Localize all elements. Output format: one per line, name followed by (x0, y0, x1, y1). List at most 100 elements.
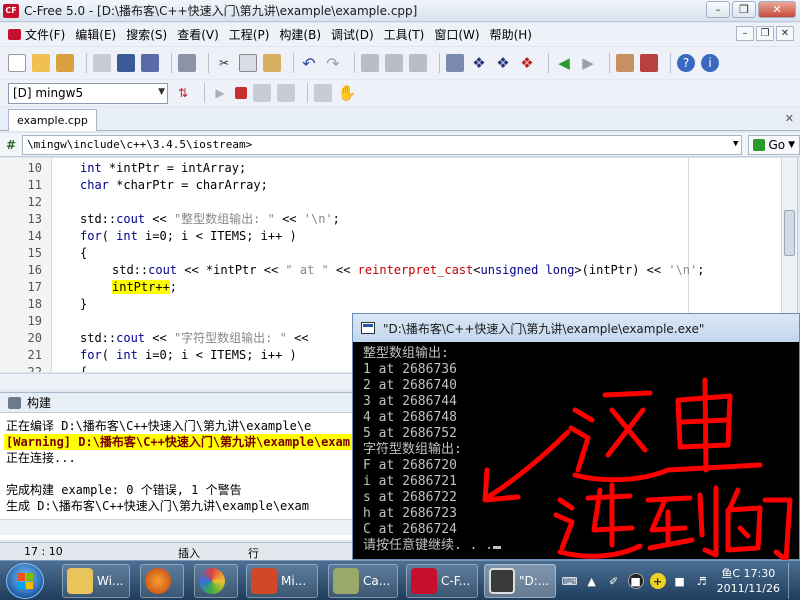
volume-icon[interactable]: ♬ (694, 573, 710, 589)
menu-debug[interactable]: 调试(D) (331, 26, 374, 43)
console-prompt: 请按任意键继续. . . (363, 538, 494, 553)
menu-build[interactable]: 构建(B) (279, 26, 321, 43)
compiler-select[interactable]: [D] mingw5 ▼ (8, 82, 168, 104)
run-icon[interactable]: ▶ (211, 84, 229, 102)
forward-arrow-icon[interactable]: ▶ (579, 54, 597, 72)
code-token: << (328, 263, 358, 277)
scrollbar-thumb[interactable] (784, 210, 795, 256)
redo-icon[interactable]: ↷ (324, 54, 342, 73)
cut-icon[interactable]: ✂ (215, 54, 233, 72)
console-window[interactable]: "D:\播布客\C++快速入门\第九讲\example\example.exe"… (352, 313, 800, 560)
hand-icon[interactable]: ✋ (338, 84, 357, 102)
line-number: 17 (27, 280, 42, 294)
pen-icon[interactable]: ✐ (606, 573, 622, 589)
build-icon[interactable] (277, 84, 295, 102)
find-in-files-icon[interactable]: ❖ (518, 54, 536, 72)
back-arrow-icon[interactable]: ◀ (555, 54, 573, 72)
menu-help[interactable]: 帮助(H) (490, 26, 532, 43)
code-line[interactable]: 11 char *charPtr = charArray; (0, 177, 780, 194)
close-file-icon[interactable] (93, 54, 111, 72)
find-icon[interactable]: ❖ (470, 54, 488, 72)
taskbar-item-powerpoint[interactable]: Mi... (246, 564, 318, 598)
undo-icon[interactable]: ↶ (300, 54, 318, 73)
keyboard-icon[interactable]: ⌨ (562, 573, 578, 589)
replace-icon[interactable]: ❖ (494, 54, 512, 72)
mdi-close-button[interactable]: ✕ (776, 26, 794, 41)
code-line[interactable]: 18} (0, 296, 780, 313)
editor-horizontal-scrollbar[interactable] (0, 373, 360, 389)
bookmark-icon[interactable] (446, 54, 464, 72)
code-line[interactable]: 14 for( int i=0; i < ITEMS; i++ ) (0, 228, 780, 245)
compiler-options-icon[interactable]: ⇅ (174, 84, 192, 102)
outdent-icon[interactable] (385, 54, 403, 72)
code-token: << (145, 212, 174, 226)
info-icon[interactable]: i (701, 54, 719, 72)
code-line[interactable]: 15 { (0, 245, 780, 262)
compile-icon[interactable] (253, 84, 271, 102)
console-title-bar[interactable]: "D:\播布客\C++快速入门\第九讲\example\example.exe" (353, 314, 799, 342)
toolbar-separator (548, 53, 549, 73)
system-tray: ⌨ ▲ ✐ ■ + ■ ♬ 鱼C 17:30 2011/11/26 (559, 563, 800, 599)
indent-icon[interactable] (361, 54, 379, 72)
chevron-up-icon[interactable]: ▲ (584, 573, 600, 589)
clock-time: 17:30 (743, 567, 776, 580)
code-line[interactable]: 13 std::cout << "整型数组输出: " << '\n'; (0, 211, 780, 228)
tab-example-cpp[interactable]: example.cpp (8, 109, 97, 131)
open-folder-icon[interactable] (32, 54, 50, 72)
code-token: " at " (285, 263, 329, 277)
show-desktop-button[interactable] (788, 563, 800, 599)
save-all-icon[interactable] (141, 54, 159, 72)
stop-circle-icon[interactable]: ■ (627, 573, 644, 589)
menu-project[interactable]: 工程(P) (229, 26, 270, 43)
print-icon[interactable] (178, 54, 196, 72)
code-text: std::cout << "字符型数组输出: " << (80, 330, 309, 347)
menu-tools[interactable]: 工具(T) (384, 26, 425, 43)
taskbar-item-pinwheel[interactable] (194, 564, 238, 598)
build-warning-line[interactable]: [Warning] D:\播布客\C++快速入门\第九讲\example\exa… (4, 434, 360, 450)
taskbar-item-explorer[interactable]: Wi... (62, 564, 130, 598)
paste-icon[interactable] (263, 54, 281, 72)
maximize-button[interactable]: ❐ (732, 1, 756, 18)
close-tab-icon[interactable]: ✕ (785, 112, 794, 125)
code-line[interactable]: 10 int *intPtr = intArray; (0, 160, 780, 177)
build-horizontal-scrollbar[interactable] (0, 519, 360, 535)
options-icon[interactable] (640, 54, 658, 72)
taskbar-item-firefox[interactable] (140, 564, 184, 598)
code-line[interactable]: 12 (0, 194, 780, 211)
window-list-icon[interactable] (616, 54, 634, 72)
taskbar-item-camtasia[interactable]: Ca... (328, 564, 398, 598)
line-number: 19 (27, 314, 42, 328)
menu-edit[interactable]: 编辑(E) (75, 26, 116, 43)
mdi-minimize-button[interactable]: – (736, 26, 754, 41)
close-button[interactable]: ✕ (758, 1, 796, 18)
menu-view[interactable]: 查看(V) (177, 26, 219, 43)
new-file-icon[interactable] (8, 54, 26, 72)
copy-icon[interactable] (239, 54, 257, 72)
include-path-select[interactable]: \mingw\include\c++\3.4.5\iostream> ▼ (22, 134, 743, 155)
start-button[interactable] (6, 563, 44, 599)
minimize-button[interactable]: – (706, 1, 730, 18)
console-line: 2 at 2686740 (363, 378, 457, 393)
code-line[interactable]: 16 std::cout << *intPtr << " at " << rein… (0, 262, 780, 279)
help-icon[interactable]: ? (677, 54, 695, 72)
clock[interactable]: 鱼C 17:30 2011/11/26 (717, 566, 780, 596)
menu-search[interactable]: 搜索(S) (126, 26, 167, 43)
network-icon[interactable]: ■ (672, 573, 688, 589)
mdi-restore-button[interactable]: ❐ (756, 26, 774, 41)
toolbar-separator (293, 53, 294, 73)
comment-icon[interactable] (409, 54, 427, 72)
debug-icon[interactable] (314, 84, 332, 102)
save-icon[interactable] (117, 54, 135, 72)
go-button[interactable]: Go ▼ (748, 134, 800, 155)
console-line: 4 at 2686748 (363, 410, 457, 425)
build-panel: 构建 正在编译 D:\播布客\C++快速入门\第九讲\example\e [Wa… (0, 392, 360, 540)
open-project-icon[interactable] (56, 54, 74, 72)
code-line[interactable]: 17 intPtr++; (0, 279, 780, 296)
menu-file[interactable]: 文件(F) (25, 26, 65, 43)
taskbar-item-console[interactable]: "D:... (484, 564, 556, 598)
menu-window[interactable]: 窗口(W) (434, 26, 479, 43)
stop-icon[interactable] (235, 87, 247, 99)
taskbar-item-cfree[interactable]: C-F... (406, 564, 478, 598)
add-icon[interactable]: + (649, 573, 666, 589)
document-icon[interactable] (8, 29, 21, 40)
